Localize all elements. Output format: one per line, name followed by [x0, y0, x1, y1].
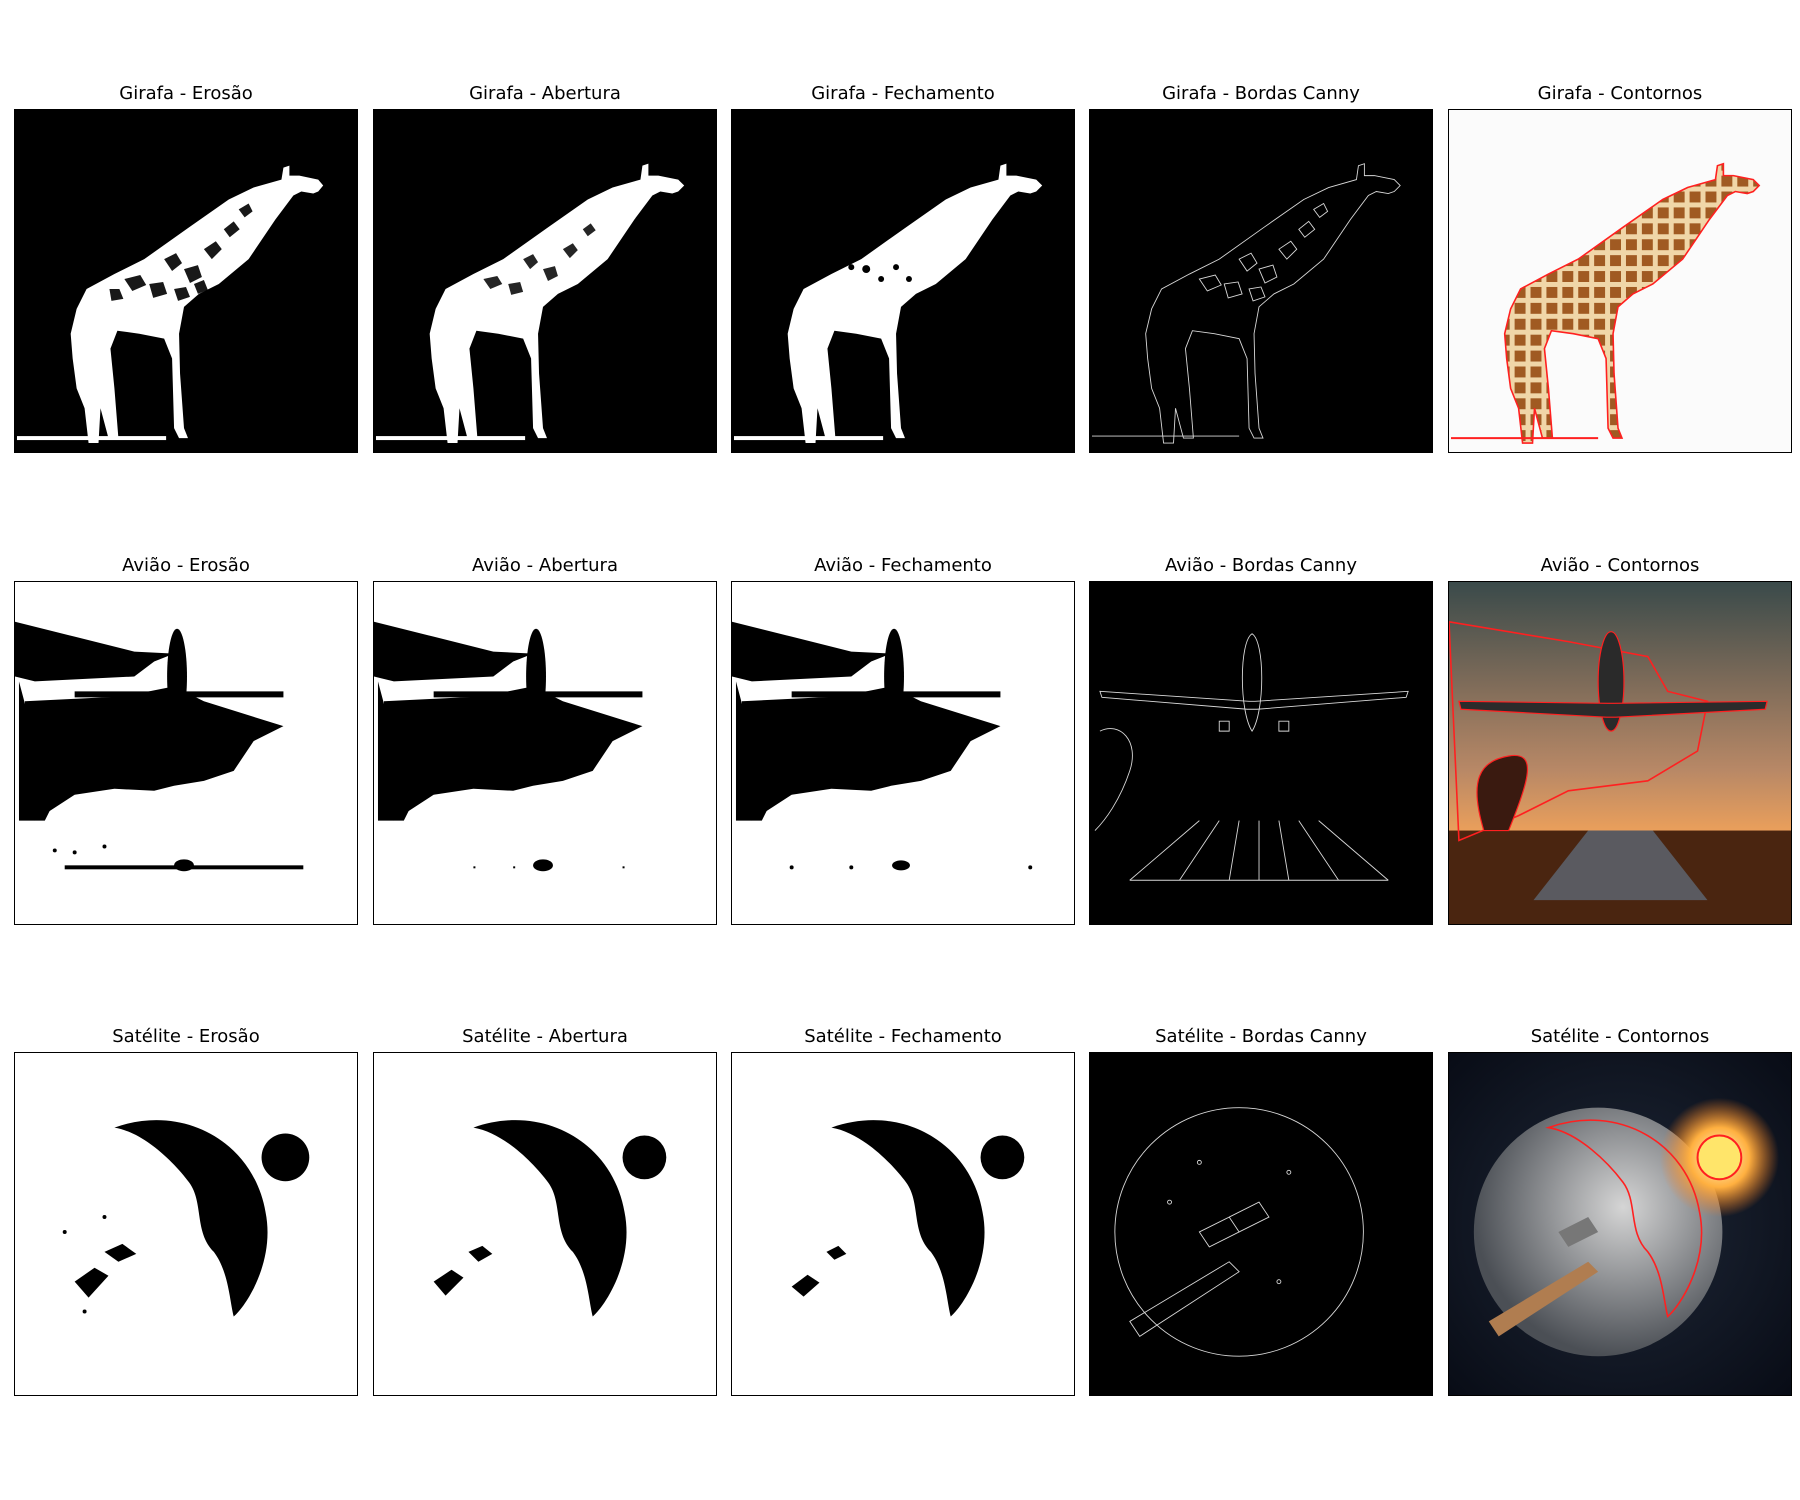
giraffe-opening-image	[373, 109, 717, 453]
panel-title: Avião - Erosão	[122, 555, 250, 576]
figure-grid: Girafa - Erosão Girafa - Abertura Girafa…	[0, 0, 1800, 1500]
panel-title: Satélite - Fechamento	[804, 1026, 1002, 1047]
panel-title: Satélite - Erosão	[112, 1026, 260, 1047]
panel-title: Girafa - Contornos	[1537, 83, 1703, 104]
panel-title: Avião - Fechamento	[814, 555, 992, 576]
panel-title: Satélite - Abertura	[462, 1026, 628, 1047]
giraffe-erosion-image	[14, 109, 358, 453]
satellite-contours-image	[1448, 1052, 1792, 1396]
satellite-closing-image	[731, 1052, 1075, 1396]
airplane-opening-image	[373, 581, 717, 925]
panel-title: Avião - Abertura	[471, 555, 618, 576]
panel-title: Avião - Contornos	[1540, 555, 1700, 576]
airplane-closing-image	[731, 581, 1075, 925]
panel-title: Girafa - Bordas Canny	[1162, 83, 1360, 104]
panel-title: Girafa - Fechamento	[811, 83, 995, 104]
satellite-erosion-image	[14, 1052, 358, 1396]
panel-title: Girafa - Abertura	[469, 83, 621, 104]
giraffe-closing-image	[731, 109, 1075, 453]
panel-title: Satélite - Contornos	[1530, 1026, 1710, 1047]
panel-title: Girafa - Erosão	[119, 83, 253, 104]
satellite-opening-image	[373, 1052, 717, 1396]
giraffe-canny-edges-image	[1089, 109, 1433, 453]
airplane-contours-image	[1448, 581, 1792, 925]
panel-title: Satélite - Bordas Canny	[1155, 1026, 1367, 1047]
panel-title: Avião - Bordas Canny	[1165, 555, 1357, 576]
airplane-erosion-image	[14, 581, 358, 925]
airplane-canny-edges-image	[1089, 581, 1433, 925]
giraffe-contours-image	[1448, 109, 1792, 453]
satellite-canny-edges-image	[1089, 1052, 1433, 1396]
